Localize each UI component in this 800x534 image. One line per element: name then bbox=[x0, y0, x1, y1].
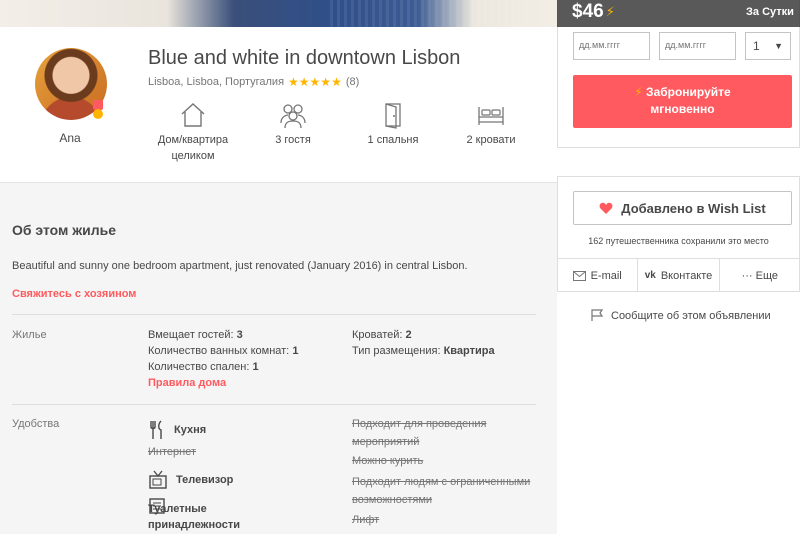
beds-value: 2 bbox=[405, 329, 412, 341]
wishlist-label: Добавлено в Wish List bbox=[621, 200, 766, 216]
share-more-label: ··· Еще bbox=[741, 269, 779, 282]
feature-label: 3 гостя bbox=[275, 134, 311, 146]
vk-icon: vk bbox=[644, 270, 656, 281]
contact-host-link[interactable]: Свяжитесь с хозяином bbox=[12, 288, 136, 300]
amenity-elevator-unavailable: Лифт bbox=[352, 514, 380, 526]
amenity-internet-unavailable: Интернет bbox=[148, 446, 196, 458]
feature-label: 2 кровати bbox=[466, 134, 516, 146]
about-description: Beautiful and sunny one bedroom apartmen… bbox=[12, 260, 468, 272]
share-email-label: E-mail bbox=[590, 269, 622, 282]
housing-details-right: Кроватей: 2 Тип размещения: Квартира bbox=[352, 327, 495, 359]
nightly-price: $46 ⚡ bbox=[572, 1, 615, 23]
amenity-tv: Телевизор bbox=[148, 470, 233, 490]
bathrooms-key: Количество ванных комнат: bbox=[148, 345, 290, 357]
guests-key: Вмещает гостей: bbox=[148, 329, 234, 341]
book-label-2: мгновенно bbox=[650, 102, 715, 116]
location-text[interactable]: Lisboa, Lisboa, Португалия bbox=[148, 76, 284, 88]
checkout-input[interactable]: дд.мм.гггг bbox=[659, 32, 736, 60]
feature-label: Дом/квартира целиком bbox=[157, 134, 229, 162]
envelope-icon bbox=[572, 270, 586, 281]
divider bbox=[12, 314, 536, 315]
bedrooms-value: 1 bbox=[252, 361, 259, 373]
superhost-badge-icon bbox=[93, 100, 103, 119]
amenity-accessible-unavailable: Подходит людям с ограниченными возможнос… bbox=[352, 476, 531, 506]
report-label: Сообщите об этом объявлении bbox=[611, 309, 771, 322]
flag-icon bbox=[591, 309, 604, 321]
guests-selected: 1 bbox=[753, 39, 760, 53]
review-count[interactable]: (8) bbox=[346, 76, 359, 88]
chevron-down-icon: ▼ bbox=[774, 41, 783, 51]
amenity-toiletries-label: Туалетные принадлежности bbox=[148, 503, 240, 531]
rating-stars-icon[interactable]: ★★★★★ bbox=[288, 75, 342, 89]
share-options: E-mail vk Вконтакте ··· Еще bbox=[557, 258, 800, 292]
feature-beds: 2 кровати bbox=[446, 101, 536, 148]
share-vk-label: Вконтакте bbox=[660, 269, 713, 282]
guests-select[interactable]: 1 ▼ bbox=[745, 32, 791, 60]
housing-label: Жилье bbox=[12, 329, 47, 341]
about-title: Об этом жилье bbox=[12, 222, 117, 238]
instant-book-icon: ⚡ bbox=[605, 4, 615, 19]
checkin-input[interactable]: дд.мм.гггг bbox=[573, 32, 650, 60]
lightning-icon: ⚡ bbox=[634, 85, 643, 99]
feature-guests: 3 гостя bbox=[248, 101, 338, 148]
beds-key: Кроватей: bbox=[352, 329, 403, 341]
room-type-key: Тип размещения: bbox=[352, 345, 441, 357]
feature-bedrooms: 1 спальня bbox=[348, 101, 438, 148]
amenity-smoking-unavailable: Можно курить bbox=[352, 455, 424, 467]
host-name[interactable]: Ana bbox=[40, 131, 100, 145]
share-more-button[interactable]: ··· Еще bbox=[718, 259, 800, 292]
share-vk-button[interactable]: vk Вконтакте bbox=[637, 259, 718, 292]
room-type-value: Квартира bbox=[443, 345, 495, 357]
report-listing-link[interactable]: Сообщите об этом объявлении bbox=[590, 309, 771, 322]
book-label-1: Забронируйте bbox=[646, 85, 731, 99]
bedrooms-key: Количество спален: bbox=[148, 361, 250, 373]
saved-count: 162 путешественника сохранили это место bbox=[588, 236, 769, 246]
amenity-kitchen: Кухня bbox=[148, 420, 206, 440]
bed-icon bbox=[478, 107, 504, 125]
listing-location: Lisboa, Lisboa, Португалия ★★★★★ (8) bbox=[148, 75, 359, 89]
listing-title: Blue and white in downtown Lisbon bbox=[148, 47, 461, 69]
wishlist-button[interactable]: Добавлено в Wish List bbox=[573, 191, 792, 225]
housing-details-left: Вмещает гостей: 3 Количество ванных комн… bbox=[148, 327, 298, 391]
divider bbox=[0, 182, 557, 183]
tv-icon bbox=[149, 470, 167, 489]
guests-icon bbox=[280, 104, 306, 129]
guests-value: 3 bbox=[236, 329, 243, 341]
price-value: $46 bbox=[572, 1, 604, 22]
instant-book-button[interactable]: ⚡ Забронируйте мгновенно bbox=[573, 75, 792, 128]
home-icon bbox=[181, 103, 205, 127]
house-rules-link[interactable]: Правила дома bbox=[148, 375, 298, 391]
price-period: За Сутки bbox=[746, 6, 794, 18]
amenity-label: Телевизор bbox=[176, 474, 234, 486]
amenity-events-unavailable: Подходит для проведения мероприятий bbox=[352, 418, 487, 448]
door-icon bbox=[385, 103, 401, 129]
heart-icon bbox=[599, 202, 613, 214]
amenities-label: Удобства bbox=[12, 418, 60, 430]
share-email-button[interactable]: E-mail bbox=[557, 259, 637, 292]
utensils-icon bbox=[150, 420, 162, 439]
listing-photo[interactable] bbox=[0, 0, 557, 27]
feature-room-type: Дом/квартира целиком bbox=[148, 101, 238, 164]
feature-label: 1 спальня bbox=[367, 134, 419, 146]
divider bbox=[12, 404, 536, 405]
bathrooms-value: 1 bbox=[292, 345, 299, 357]
amenity-label: Кухня bbox=[174, 424, 207, 436]
